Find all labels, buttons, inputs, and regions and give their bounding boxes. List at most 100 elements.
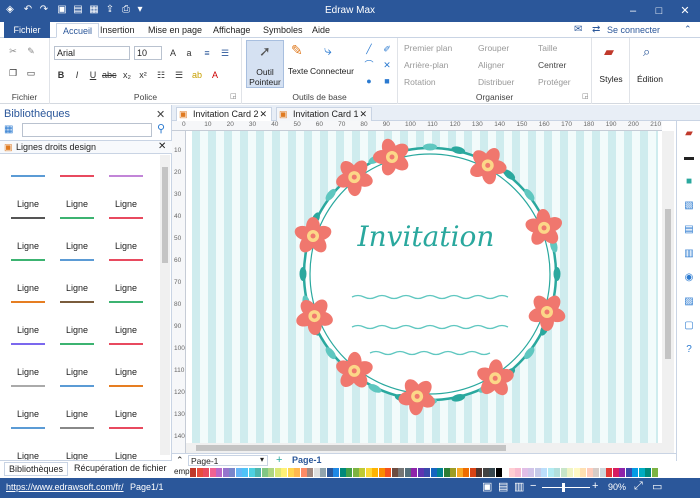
styles-button[interactable]: ▰ Styles <box>592 40 630 96</box>
close-button[interactable]: ✕ <box>674 2 696 20</box>
page-nav-up-icon[interactable]: ⌃ <box>176 455 184 466</box>
color-swatch[interactable] <box>515 468 521 477</box>
category-close-icon[interactable]: ✕ <box>158 141 166 152</box>
color-swatch[interactable] <box>203 468 209 477</box>
color-swatch[interactable] <box>378 468 385 477</box>
library-shape-ligne[interactable]: Ligne <box>104 217 148 251</box>
library-shape-ligne[interactable]: Ligne <box>6 427 50 461</box>
color-swatch[interactable] <box>326 468 333 477</box>
font-size-select[interactable]: 10 <box>134 46 162 60</box>
color-swatch[interactable] <box>482 468 489 477</box>
tab-accueil[interactable]: Accueil <box>56 23 100 38</box>
arc-tool-icon[interactable]: ⌒ <box>362 58 376 72</box>
color-swatch[interactable] <box>430 468 437 477</box>
library-shape-ligne[interactable]: Ligne <box>55 175 99 209</box>
color-swatch[interactable] <box>209 468 216 477</box>
protect-button[interactable]: Protéger <box>538 77 571 87</box>
library-scroll-thumb[interactable] <box>162 167 168 263</box>
send-back-button[interactable]: Arrière-plan <box>404 60 448 70</box>
canvas-vscroll-thumb[interactable] <box>665 209 671 359</box>
underline-icon[interactable]: U <box>86 68 100 82</box>
rectangle-tool-icon[interactable]: ■ <box>380 74 394 88</box>
color-swatch[interactable] <box>593 468 599 477</box>
color-swatch[interactable] <box>651 468 658 477</box>
color-swatch[interactable] <box>469 468 476 477</box>
drawing-canvas[interactable]: Invitation <box>192 131 658 443</box>
color-swatch[interactable] <box>404 468 411 477</box>
page-icon[interactable]: ▥ <box>682 247 696 261</box>
line-tool-icon[interactable]: ╱ <box>362 42 376 56</box>
color-swatch[interactable] <box>222 468 229 477</box>
color-swatch[interactable] <box>365 468 372 477</box>
shadow-icon[interactable]: ■ <box>682 175 696 189</box>
chat-icon[interactable]: ✉ <box>574 24 582 35</box>
canvas-hscroll-thumb[interactable] <box>196 445 506 451</box>
color-swatch[interactable] <box>534 468 541 477</box>
canvas-vertical-scrollbar[interactable] <box>662 131 674 453</box>
shrink-font-icon[interactable]: a <box>182 46 196 60</box>
attachment-icon[interactable]: ▨ <box>682 295 696 309</box>
canvas-horizontal-scrollbar[interactable] <box>186 443 662 453</box>
color-swatch[interactable] <box>586 468 593 477</box>
library-shape-ligne[interactable]: Ligne <box>55 259 99 293</box>
color-swatch[interactable] <box>268 468 274 477</box>
rotation-button[interactable]: Rotation <box>404 77 436 87</box>
color-swatch[interactable] <box>398 468 404 477</box>
invitation-card[interactable]: Invitation <box>192 131 658 443</box>
color-swatch[interactable] <box>489 468 495 477</box>
color-swatch[interactable] <box>476 468 482 477</box>
fit-width-icon[interactable]: ▭ <box>652 480 662 493</box>
pointer-tool-button[interactable]: ➚ Outil Pointeur <box>246 40 284 88</box>
color-swatch[interactable] <box>255 468 261 477</box>
minimize-button[interactable]: – <box>622 2 644 20</box>
color-swatch[interactable] <box>580 468 586 477</box>
comment-icon[interactable]: ▢ <box>682 319 696 333</box>
color-swatch[interactable] <box>612 468 619 477</box>
library-shape-ligne[interactable]: Ligne <box>6 343 50 377</box>
zoom-in-icon[interactable]: + <box>592 480 598 492</box>
color-swatch[interactable] <box>619 468 625 477</box>
align-button[interactable]: Aligner <box>478 60 504 70</box>
zoom-slider[interactable] <box>542 487 590 488</box>
line-style-icon[interactable]: ▬ <box>682 151 696 165</box>
color-swatch[interactable] <box>638 468 645 477</box>
bold-icon[interactable]: B <box>54 68 68 82</box>
image-icon[interactable]: ▧ <box>682 199 696 213</box>
color-swatch[interactable] <box>456 468 463 477</box>
zoom-out-icon[interactable]: − <box>530 480 536 492</box>
color-swatch[interactable] <box>521 468 528 477</box>
copy-icon[interactable]: ❐ <box>6 66 20 80</box>
color-swatch[interactable] <box>450 468 456 477</box>
doc-tab-invitation-card-1[interactable]: ▣ Invitation Card 1 ✕ <box>276 107 372 121</box>
help-icon[interactable]: ? <box>682 343 696 357</box>
library-close-icon[interactable]: ✕ <box>156 108 165 121</box>
color-swatch[interactable] <box>502 468 508 477</box>
color-swatch[interactable] <box>196 468 203 477</box>
color-swatch[interactable] <box>307 468 313 477</box>
color-swatch[interactable] <box>391 468 398 477</box>
color-swatch[interactable] <box>248 468 255 477</box>
text-align-icon[interactable]: ≡ <box>200 46 214 60</box>
fit-page-icon[interactable]: ⤢ <box>634 480 643 493</box>
color-swatch[interactable] <box>528 468 534 477</box>
color-swatch[interactable] <box>495 468 502 477</box>
doc-tab-invitation-card-2[interactable]: ▣ Invitation Card 2 ✕ <box>176 107 272 121</box>
distribute-button[interactable]: Distribuer <box>478 77 514 87</box>
color-swatch[interactable] <box>437 468 443 477</box>
color-swatch[interactable] <box>632 468 638 477</box>
color-swatch[interactable] <box>300 468 307 477</box>
fullscreen-icon[interactable]: ▥ <box>514 480 524 493</box>
library-shape-ligne[interactable]: Ligne <box>6 259 50 293</box>
tab-fichier[interactable]: Fichier <box>4 22 50 38</box>
library-search-input[interactable] <box>22 123 152 137</box>
grow-font-icon[interactable]: A <box>166 46 180 60</box>
color-swatch[interactable] <box>359 468 365 477</box>
color-swatch[interactable] <box>333 468 339 477</box>
color-swatch[interactable] <box>554 468 560 477</box>
color-swatch[interactable] <box>424 468 430 477</box>
fill-icon[interactable]: ▰ <box>682 127 696 141</box>
library-shape-ligne[interactable]: Ligne <box>104 175 148 209</box>
center-button[interactable]: Centrer <box>538 60 566 70</box>
color-swatch[interactable] <box>313 468 320 477</box>
tab-affichage[interactable]: Affichage <box>207 23 256 38</box>
